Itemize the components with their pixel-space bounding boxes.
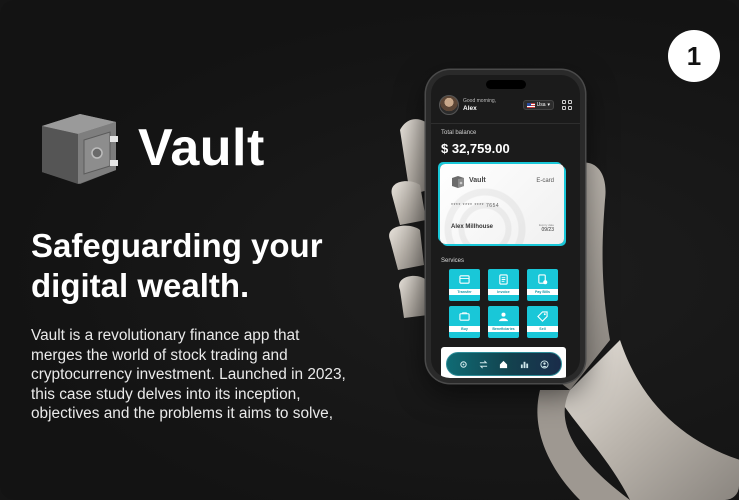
card-holder: Alex Millhouse	[451, 224, 494, 230]
balance-label: Total balance	[441, 130, 477, 136]
safe-icon	[452, 176, 464, 188]
settings-icon[interactable]	[459, 360, 468, 369]
invoice-icon	[499, 274, 508, 285]
service-label: Pay Bills	[527, 289, 558, 295]
brand: Vault	[36, 108, 265, 188]
profile-icon[interactable]	[540, 359, 549, 369]
tag-icon	[537, 311, 548, 322]
service-label: Sell	[527, 326, 558, 332]
headline: Safeguarding your digital wealth.	[31, 227, 323, 304]
presentation-slide: 1 Vault Safeguarding your digital wealth…	[0, 0, 739, 500]
grid-menu-icon[interactable]	[562, 100, 572, 110]
service-pay-bills[interactable]: Pay Bills	[527, 269, 558, 301]
dynamic-island	[485, 80, 526, 89]
e-card[interactable]: Vault E-card **** **** **** 7654 Alex Mi…	[440, 164, 564, 244]
bill-icon	[538, 274, 548, 285]
phone-mockup: Good morning, Alex Usa ▾ Total balance $…	[426, 70, 585, 383]
chart-icon[interactable]	[520, 360, 529, 369]
tab-bar	[446, 352, 562, 376]
service-beneficiaries[interactable]: Beneficiaries	[488, 306, 519, 338]
card-number: **** **** **** 7654	[451, 203, 500, 209]
us-flag-icon	[526, 102, 535, 108]
service-transfer[interactable]: Transfer	[449, 269, 480, 301]
transfer-icon	[459, 275, 470, 284]
service-label: Transfer	[449, 289, 480, 295]
card-type: E-card	[536, 178, 554, 184]
services-title: Services	[441, 258, 465, 264]
service-label: Beneficiaries	[488, 326, 519, 332]
service-invoice[interactable]: Invoice	[488, 269, 519, 301]
page-number: 1	[686, 40, 702, 71]
app-screen: Good morning, Alex Usa ▾ Total balance $…	[431, 75, 580, 378]
balance-value: $ 32,759.00	[441, 141, 510, 156]
card-expiry: 09/23	[541, 227, 554, 233]
service-sell[interactable]: Sell	[527, 306, 558, 338]
safe-icon	[42, 114, 118, 184]
transfer-icon[interactable]	[479, 360, 488, 369]
beneficiaries-icon	[498, 312, 509, 322]
card-pattern	[440, 184, 530, 244]
page-number-badge: 1	[668, 30, 720, 82]
app-header: Good morning, Alex Usa ▾	[439, 95, 572, 115]
service-label: Invoice	[488, 289, 519, 295]
buy-icon	[459, 312, 470, 321]
chevron-down-icon: ▾	[547, 102, 550, 108]
brand-name: Vault	[138, 119, 265, 177]
avatar[interactable]	[439, 95, 459, 115]
divider	[431, 123, 580, 124]
description: Vault is a revolutionary finance app tha…	[31, 327, 346, 422]
greeting-text: Good morning,	[463, 98, 497, 104]
user-name: Alex	[463, 105, 477, 112]
greeting: Good morning, Alex	[463, 97, 496, 113]
services-grid: Transfer Invoice Pay Bills Buy Beneficia…	[449, 269, 561, 338]
home-icon[interactable]	[499, 360, 508, 369]
service-label: Buy	[449, 326, 480, 332]
service-buy[interactable]: Buy	[449, 306, 480, 338]
card-brand: Vault	[469, 177, 486, 184]
currency-selector[interactable]: Usa ▾	[522, 100, 554, 110]
currency-label: Usa	[536, 102, 546, 108]
